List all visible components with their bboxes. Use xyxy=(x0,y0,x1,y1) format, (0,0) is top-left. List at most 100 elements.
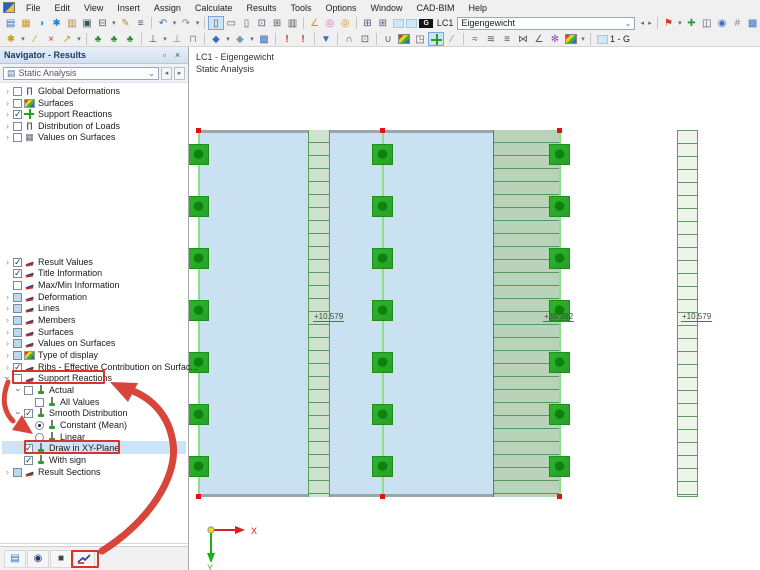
menu-cad-bim[interactable]: CAD-BIM xyxy=(410,2,462,14)
mesh-icon[interactable]: ⊥ xyxy=(145,32,161,46)
polyline-tool-icon[interactable]: ∠ xyxy=(307,16,322,30)
checkbox[interactable] xyxy=(13,468,22,477)
nodal-load-arrow-icon[interactable]: ▾ xyxy=(224,32,232,46)
checkbox[interactable] xyxy=(13,339,22,348)
checkbox[interactable] xyxy=(13,304,22,313)
view-printout-icon[interactable]: ⊡ xyxy=(254,16,269,30)
chevron-down-icon[interactable]: › xyxy=(3,374,13,383)
open-icon[interactable]: ▦ xyxy=(18,16,33,30)
support-symbol[interactable] xyxy=(549,352,570,373)
smoothing-1-icon[interactable]: ≈ xyxy=(467,32,483,46)
support-symbol[interactable] xyxy=(372,456,393,477)
view-sections-icon[interactable]: ⊞ xyxy=(269,16,284,30)
menu-window[interactable]: Window xyxy=(364,2,410,14)
chevron-down-icon[interactable]: › xyxy=(14,409,24,418)
archive-icon[interactable]: ▥ xyxy=(64,16,79,30)
view-panel-icon[interactable]: ▯ xyxy=(239,16,254,30)
show-results-icon[interactable]: ✚ xyxy=(684,16,699,30)
member-load-arrow-icon[interactable]: ▾ xyxy=(248,32,256,46)
menu-insert[interactable]: Insert xyxy=(110,2,147,14)
smoothing-5-icon[interactable]: ∠ xyxy=(531,32,547,46)
save-icon[interactable]: ▣ xyxy=(79,16,94,30)
tree-item-smooth-distribution[interactable]: ›Smooth Distribution xyxy=(0,407,128,419)
chevron-right-icon[interactable]: › xyxy=(3,132,12,142)
chevron-right-icon[interactable]: › xyxy=(3,109,12,119)
line-support-icon[interactable]: ♣ xyxy=(106,32,122,46)
view-display-icon[interactable]: ▥ xyxy=(285,16,300,30)
combo-next-button[interactable]: ▸ xyxy=(174,67,185,80)
flag-arrow-icon[interactable]: ▾ xyxy=(676,16,684,30)
chevron-right-icon[interactable]: › xyxy=(3,350,12,360)
imperfection-2-icon[interactable]: ! xyxy=(295,32,311,46)
tree-item-result-sections[interactable]: ›Result Sections xyxy=(0,466,101,478)
menu-help[interactable]: Help xyxy=(462,2,495,14)
chevron-right-icon[interactable]: › xyxy=(3,303,12,313)
print-arrow-icon[interactable]: ▾ xyxy=(110,16,118,30)
recent-icon[interactable]: ◑ xyxy=(34,16,49,30)
settings-icon[interactable]: ✱ xyxy=(49,16,64,30)
support-symbol[interactable] xyxy=(549,248,570,269)
mesh-arrow-icon[interactable]: ▾ xyxy=(161,32,169,46)
node-arrow-icon[interactable]: ▾ xyxy=(19,32,27,46)
chevron-right-icon[interactable]: › xyxy=(3,467,12,477)
close-icon[interactable]: × xyxy=(171,50,184,60)
support-symbol[interactable] xyxy=(189,248,209,269)
camera-icon[interactable]: ■ xyxy=(50,550,72,568)
checkbox[interactable] xyxy=(13,328,22,337)
grid-values-icon[interactable]: # xyxy=(730,16,745,30)
view-model-icon[interactable]: ▯ xyxy=(208,16,223,30)
result-diagram-icon[interactable]: ∪ xyxy=(380,32,396,46)
model-import-icon[interactable]: ▤ xyxy=(3,16,18,30)
chevron-right-icon[interactable]: › xyxy=(3,362,12,372)
support-symbol[interactable] xyxy=(372,352,393,373)
section-bracket-icon[interactable]: ∩ xyxy=(341,32,357,46)
checkbox[interactable] xyxy=(13,293,22,302)
menu-view[interactable]: View xyxy=(77,2,110,14)
new-node-icon[interactable]: ✱ xyxy=(3,32,19,46)
result-tables-icon[interactable]: ◫ xyxy=(699,16,714,30)
checkbox[interactable] xyxy=(13,269,22,278)
chevron-right-icon[interactable]: › xyxy=(3,327,12,337)
support-symbol[interactable] xyxy=(372,300,393,321)
tree-item-max-min-information[interactable]: ›Max/Min Information xyxy=(0,279,120,291)
palette-arrow-icon[interactable]: ▾ xyxy=(579,32,587,46)
tree-item-values-on-surfaces-upper[interactable]: ›▦Values on Surfaces xyxy=(0,131,115,143)
support-symbol[interactable] xyxy=(189,196,209,217)
tree-item-constant-mean[interactable]: ›Constant (Mean) xyxy=(0,419,127,431)
support-symbol[interactable] xyxy=(189,144,209,165)
combination-table-icon[interactable]: ⊞ xyxy=(375,16,390,30)
chevron-right-icon[interactable]: › xyxy=(3,257,12,267)
undo-arrow-icon[interactable]: ▾ xyxy=(171,16,179,30)
solid-icon[interactable]: ▩ xyxy=(256,32,272,46)
support-symbol[interactable] xyxy=(549,456,570,477)
support-symbol[interactable] xyxy=(372,248,393,269)
delete-results-flag-icon[interactable]: ⚑ xyxy=(661,16,676,30)
redo-icon[interactable]: ↷ xyxy=(178,16,193,30)
checkbox[interactable] xyxy=(13,122,22,131)
support-symbol[interactable] xyxy=(189,300,209,321)
data-panel-icon[interactable]: ▤ xyxy=(4,550,26,568)
checkbox[interactable] xyxy=(24,409,33,418)
checkbox[interactable] xyxy=(35,398,44,407)
section-box-icon[interactable]: ⊡ xyxy=(357,32,373,46)
tree-item-values-on-surfaces-lower[interactable]: ›Values on Surfaces xyxy=(0,337,115,349)
print-icon[interactable]: ⊟ xyxy=(95,16,110,30)
checkbox[interactable] xyxy=(13,281,22,290)
nodal-load-icon[interactable]: ◆ xyxy=(208,32,224,46)
tree-item-type-of-display[interactable]: ›Type of display xyxy=(0,349,98,361)
chevron-right-icon[interactable]: › xyxy=(3,315,12,325)
display-wand-icon[interactable]: ✻ xyxy=(547,32,563,46)
support-symbol[interactable] xyxy=(549,144,570,165)
checkbox[interactable] xyxy=(13,133,22,142)
checkbox[interactable] xyxy=(13,351,22,360)
support-reactions-display-icon[interactable] xyxy=(428,32,444,46)
chevron-right-icon[interactable]: › xyxy=(3,98,12,108)
iso-cube-icon[interactable]: ◳ xyxy=(412,32,428,46)
model-viewport[interactable]: LC1 - Eigengewicht Static Analysis +10.5… xyxy=(189,47,760,570)
tree-item-support-reactions-upper[interactable]: ›Support Reactions xyxy=(0,108,112,120)
tree-item-with-sign[interactable]: ›With sign xyxy=(0,454,86,466)
tree-item-members[interactable]: ›Members xyxy=(0,314,76,326)
tree-item-global-deformations[interactable]: ›∏Global Deformations xyxy=(0,85,120,97)
menu-calculate[interactable]: Calculate xyxy=(188,2,240,14)
tree-item-actual[interactable]: ›Actual xyxy=(0,384,74,396)
